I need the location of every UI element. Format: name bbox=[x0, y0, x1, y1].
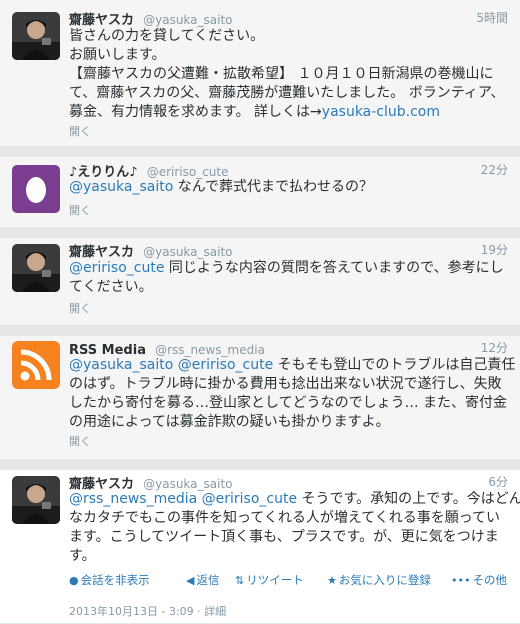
reply-arrow-icon: ◀ bbox=[186, 574, 195, 587]
open-link[interactable]: 開く bbox=[69, 202, 91, 218]
tweet-text-line: の用途によっては募金詐欺の疑いも掛かりますよ。 bbox=[69, 414, 390, 430]
tweet-text-segment: なんで葬式代まで払わせるの？ bbox=[173, 179, 374, 195]
avatar[interactable] bbox=[12, 165, 60, 213]
mention-link[interactable]: @rss_news_media @eririso_cute bbox=[69, 491, 297, 507]
tweet-username[interactable]: @yasuka_saito bbox=[143, 245, 232, 259]
tweet-fullname[interactable]: 齋藤ヤスカ bbox=[69, 13, 134, 28]
favorite-button[interactable]: ★ お気に入りに登録 bbox=[327, 572, 431, 588]
tweet-username[interactable]: @yasuka_saito bbox=[143, 13, 232, 27]
timeline: 齋藤ヤスカ @yasuka_saito 5時間 皆さんの力を貸してください。 お… bbox=[0, 0, 520, 624]
retweet-label: リツイート bbox=[246, 573, 304, 587]
reply-label: 返信 bbox=[196, 573, 220, 587]
url-link[interactable]: yasuka-club.com bbox=[322, 104, 440, 120]
timestamp-text: 2013年10月13日 - 3:09 · bbox=[69, 605, 201, 618]
mention-link[interactable]: @yasuka_saito @eririso_cute bbox=[69, 357, 273, 373]
tweet-text-line: 募金、有力情報を求めます。 詳しくは→yasuka-club.com bbox=[69, 103, 504, 122]
open-link[interactable]: 開く bbox=[69, 300, 91, 316]
tweet-text-segment: そうです。承知の上です。今はどん bbox=[297, 491, 520, 507]
mention-link[interactable]: @eririso_cute bbox=[69, 260, 164, 276]
tweet-text-line: のはず。トラブル時に掛かる費用も捻出出来ない状況で遂行し、失敗 bbox=[69, 376, 502, 392]
tweet-text-line: てください。 bbox=[69, 279, 153, 295]
tweet-text: @rss_news_media @eririso_cute そうです。承知の上で… bbox=[69, 490, 520, 566]
tweet-time[interactable]: 12分 bbox=[481, 339, 508, 356]
open-link[interactable]: 開く bbox=[69, 433, 91, 449]
tweet-time[interactable]: 22分 bbox=[481, 161, 508, 178]
divider bbox=[0, 147, 520, 157]
tweet-timestamp: 2013年10月13日 - 3:09 · 詳細 bbox=[69, 603, 226, 619]
divider bbox=[0, 460, 520, 470]
tweet-username[interactable]: @rss_news_media bbox=[155, 343, 265, 357]
divider bbox=[0, 326, 520, 336]
tweet-text-line: 【齋藤ヤスカの父遭難・拡散希望】 １０月１０日新潟県の巻機山に bbox=[69, 66, 494, 82]
open-link[interactable]: 開く bbox=[69, 123, 91, 139]
tweet-username[interactable]: @yasuka_saito bbox=[143, 477, 232, 491]
tweet-text: 皆さんの力を貸してください。 お願いします。 【齋藤ヤスカの父遭難・拡散希望】 … bbox=[69, 27, 505, 122]
tweet-text-line: 皆さんの力を貸してください。 bbox=[69, 28, 265, 44]
tweet-text-line: @rss_news_media @eririso_cute そうです。承知の上で… bbox=[69, 490, 520, 509]
tweet-time[interactable]: 5時間 bbox=[476, 9, 508, 26]
tweet-expanded[interactable]: 齋藤ヤスカ @yasuka_saito 6分 @rss_news_media @… bbox=[0, 470, 520, 624]
avatar[interactable] bbox=[12, 244, 60, 292]
tweet[interactable]: 齋藤ヤスカ @yasuka_saito 19分 @eririso_cute 同じ… bbox=[0, 238, 520, 326]
star-icon: ★ bbox=[327, 574, 337, 587]
retweet-button[interactable]: ⇅ リツイート bbox=[235, 572, 304, 588]
tweet-text: @eririso_cute 同じような内容の質問を答えていますので、参考にし て… bbox=[69, 259, 504, 297]
tweet-text-line: お願いします。 bbox=[69, 47, 166, 63]
tweet-text-segment: 同じような内容の質問を答えていますので、参考にし bbox=[164, 260, 504, 276]
avatar[interactable] bbox=[12, 476, 60, 524]
tweet-actions: ● 会話を非表示 ◀ 返信 ⇅ リツイート ★ お気に入りに登録 ••• その他 bbox=[69, 572, 509, 588]
divider bbox=[0, 228, 520, 238]
tweet-text-segment: 募金、有力情報を求めます。 詳しくは→ bbox=[69, 104, 322, 120]
tweet-username[interactable]: @eririso_cute bbox=[147, 165, 229, 179]
tweet[interactable]: ♪えりりん♪ @eririso_cute 22分 @yasuka_saito な… bbox=[0, 157, 520, 228]
tweet-fullname[interactable]: 齋藤ヤスカ bbox=[69, 245, 134, 260]
tweet-text: @yasuka_saito @eririso_cute そもそも登山でのトラブル… bbox=[69, 356, 515, 432]
tweet-text-line: したから寄付を募る…登山家としてどうなのでしょう… また、寄付金 bbox=[69, 395, 508, 411]
tweet[interactable]: 齋藤ヤスカ @yasuka_saito 5時間 皆さんの力を貸してください。 お… bbox=[0, 0, 520, 147]
retweet-icon: ⇅ bbox=[235, 574, 245, 587]
tweet-text: @yasuka_saito なんで葬式代まで払わせるの？ bbox=[69, 178, 504, 197]
mention-link[interactable]: @yasuka_saito bbox=[69, 179, 173, 195]
speech-bubble-icon: ● bbox=[69, 574, 79, 587]
hide-conversation-button[interactable]: ● 会話を非表示 bbox=[69, 572, 150, 588]
tweet-text-line: す。 bbox=[69, 548, 96, 564]
tweet-text-line: @yasuka_saito @eririso_cute そもそも登山でのトラブル… bbox=[69, 356, 515, 375]
tweet-time[interactable]: 6分 bbox=[488, 473, 508, 490]
tweet-text-line: ます。こうしてツイート頂く事も、プラスです。が、更に気をつけま bbox=[69, 529, 499, 545]
tweet-text-line: @eririso_cute 同じような内容の質問を答えていますので、参考にし bbox=[69, 259, 504, 278]
tweet-text-line: @yasuka_saito なんで葬式代まで払わせるの？ bbox=[69, 178, 504, 197]
tweet-text-segment: そもそも登山でのトラブルは自己責任 bbox=[273, 357, 516, 373]
tweet[interactable]: RSS Media @rss_news_media 12分 @yasuka_sa… bbox=[0, 336, 520, 460]
more-button[interactable]: ••• その他 bbox=[451, 572, 507, 588]
avatar[interactable] bbox=[12, 12, 60, 60]
avatar[interactable] bbox=[12, 341, 60, 389]
tweet-text-line: なカタチでもこの事件を知ってくれる人が増えてくれる事を願ってい bbox=[69, 510, 501, 526]
details-link[interactable]: 詳細 bbox=[204, 605, 226, 618]
tweet-time[interactable]: 19分 bbox=[481, 241, 508, 258]
favorite-label: お気に入りに登録 bbox=[338, 573, 431, 587]
tweet-text-line: て、齋藤ヤスカの父、齋藤茂勝が遭難いたしました。 ボランティア、 bbox=[69, 85, 505, 101]
more-dots-icon: ••• bbox=[451, 574, 471, 587]
more-label: その他 bbox=[472, 573, 507, 587]
hide-conversation-label: 会話を非表示 bbox=[80, 573, 150, 587]
reply-button[interactable]: ◀ 返信 bbox=[186, 572, 219, 588]
